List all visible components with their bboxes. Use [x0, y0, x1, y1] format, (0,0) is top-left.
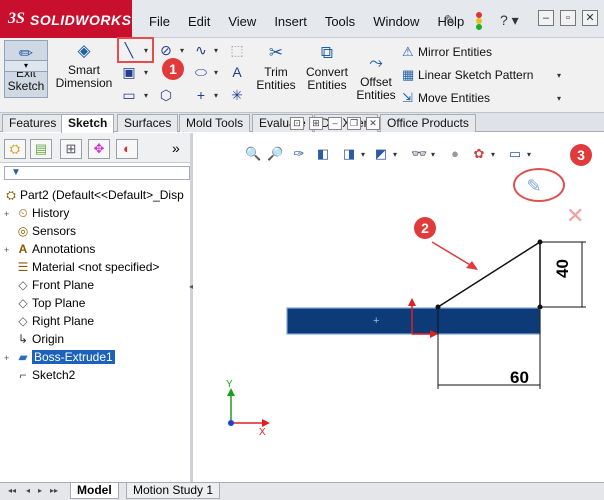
boss-extrude-edge[interactable] [286, 307, 541, 335]
callout-2-arrow [431, 241, 473, 267]
last-tab-arrow-icon[interactable]: ▸▸ [50, 486, 58, 495]
sketch-point[interactable] [435, 304, 441, 310]
dimension-60[interactable]: 60 [510, 368, 529, 388]
triad-x-label: X [259, 427, 266, 438]
triad-x-head [262, 419, 270, 427]
callout-2-arrow-head [466, 261, 478, 270]
first-tab-arrow-icon[interactable]: ◂◂ [8, 486, 16, 495]
callout-2: 2 [414, 217, 436, 239]
tab-motion-study-1[interactable]: Motion Study 1 [126, 483, 221, 499]
next-tab-arrow-icon[interactable]: ▸ [38, 486, 42, 495]
tab-model[interactable]: Model [70, 483, 119, 499]
sketch-geometry: + [227, 239, 586, 427]
prev-tab-arrow-icon[interactable]: ◂ [26, 486, 30, 495]
triad-z-axis [228, 420, 234, 426]
triad-y-label: Y [226, 379, 233, 390]
origin-arrow-y-head [408, 298, 416, 306]
origin-marker: + [373, 315, 379, 327]
sketch-line-diagonal[interactable] [437, 241, 541, 308]
bottom-tabs: ◂◂ ◂ ▸ ▸▸ Model Motion Study 1 [0, 482, 604, 500]
dimension-40[interactable]: 40 [553, 259, 573, 278]
